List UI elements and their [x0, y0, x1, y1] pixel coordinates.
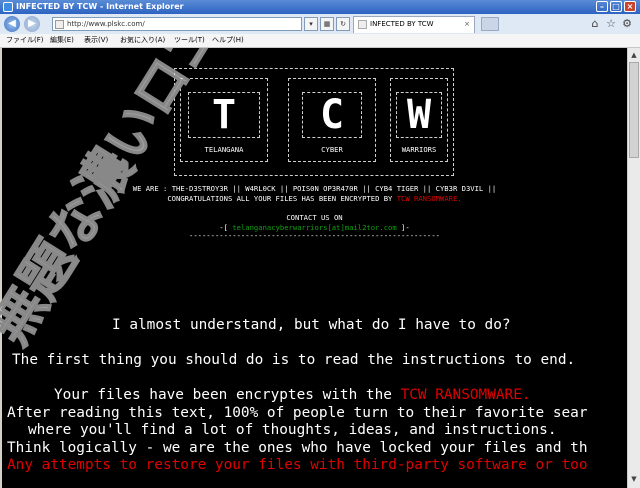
address-url[interactable]: http://www.plskc.com/: [67, 18, 145, 30]
close-button[interactable]: ×: [624, 1, 636, 12]
menu-favorites[interactable]: お気に入り(A): [120, 34, 165, 47]
menu-view[interactable]: 表示(V): [84, 34, 108, 47]
message-line-6: Think logically - we are the ones who ha…: [7, 440, 588, 456]
new-tab-button[interactable]: [481, 17, 499, 31]
menu-file[interactable]: ファイル(F): [6, 34, 44, 47]
gear-icon[interactable]: ⚙: [620, 17, 634, 31]
banner-word-telangana: TELANGANA: [204, 145, 244, 154]
tab-close-button[interactable]: ×: [464, 17, 470, 32]
message-line-3: Your files have been encryptes with the …: [54, 387, 531, 403]
dash-divider: ----------------------------------------…: [189, 231, 440, 240]
refresh-button[interactable]: ↻: [336, 17, 350, 31]
page-favicon-icon: [55, 20, 64, 29]
tab-favicon-icon: [358, 20, 367, 29]
menu-tools[interactable]: ツール(T): [174, 34, 205, 47]
back-button[interactable]: ◀: [4, 16, 20, 32]
tab-label: INFECTED BY TCW: [370, 20, 434, 28]
banner-word-cyber: CYBER: [321, 145, 343, 154]
message-line-7: Any attempts to restore your files with …: [7, 457, 588, 473]
menu-edit[interactable]: 編集(E): [50, 34, 74, 47]
message-line-3-ransomware: TCW RANSOMWARE.: [400, 387, 531, 403]
ie-icon: [3, 2, 13, 12]
message-line-5: where you'll find a lot of thoughts, ide…: [28, 422, 557, 438]
maximize-button[interactable]: □: [610, 1, 622, 12]
we-are-line: WE ARE : THE-D3STROY3R || W4RL0CK || POI…: [132, 184, 497, 193]
star-icon[interactable]: ☆: [604, 17, 618, 31]
forward-button[interactable]: ▶: [24, 16, 40, 32]
message-line-2: The first thing you should do is to read…: [12, 352, 576, 368]
tab-infected-by-tcw[interactable]: INFECTED BY TCW ×: [353, 16, 475, 33]
scroll-up-arrow-icon[interactable]: ▲: [629, 50, 639, 60]
scroll-down-arrow-icon[interactable]: ▼: [629, 474, 639, 484]
page-content: T TELANGANA C CYBER W WARRIORS WE ARE : …: [2, 48, 627, 488]
forward-arrow-icon: ▶: [28, 18, 36, 29]
congratulations-line: CONGRATULATIONS ALL YOUR FILES HAS BEEN …: [2, 194, 627, 203]
title-bar: INFECTED BY TCW - Internet Explorer – □ …: [0, 0, 640, 14]
scrollbar-thumb[interactable]: [629, 62, 639, 158]
minimize-button[interactable]: –: [596, 1, 608, 12]
banner-letter-t: T: [211, 92, 237, 138]
congratulations-text: CONGRATULATIONS ALL YOUR FILES HAS BEEN …: [167, 194, 393, 203]
banner-word-warriors: WARRIORS: [401, 145, 437, 154]
vertical-scrollbar[interactable]: ▲ ▼: [627, 48, 640, 488]
compat-view-button[interactable]: ▦: [320, 17, 334, 31]
home-icon[interactable]: ⌂: [588, 17, 602, 31]
address-dropdown-button[interactable]: ▾: [304, 17, 318, 31]
message-line-3-text: Your files have been encryptes with the: [54, 387, 392, 403]
compat-view-icon: ▦: [323, 20, 331, 28]
address-bar[interactable]: http://www.plskc.com/: [52, 17, 302, 31]
banner-letter-w: W: [406, 92, 432, 138]
banner-letter-c: C: [319, 92, 345, 138]
contact-heading: CONTACT US ON: [286, 213, 343, 222]
menu-help[interactable]: ヘルプ(H): [212, 34, 244, 47]
address-row: ◀ ▶ http://www.plskc.com/ ▾ ▦ ↻ INFECTED…: [0, 14, 640, 34]
browser-window: INFECTED BY TCW - Internet Explorer – □ …: [0, 0, 640, 488]
message-line-1: I almost understand, but what do I have …: [112, 317, 511, 333]
menu-bar: ファイル(F) 編集(E) 表示(V) お気に入り(A) ツール(T) ヘルプ(…: [0, 34, 640, 48]
congratulations-ransomware: TCW RANSOMWARE.: [396, 194, 462, 203]
back-arrow-icon: ◀: [8, 18, 16, 29]
window-title: INFECTED BY TCW - Internet Explorer: [16, 2, 184, 11]
message-line-4: After reading this text, 100% of people …: [7, 405, 588, 421]
